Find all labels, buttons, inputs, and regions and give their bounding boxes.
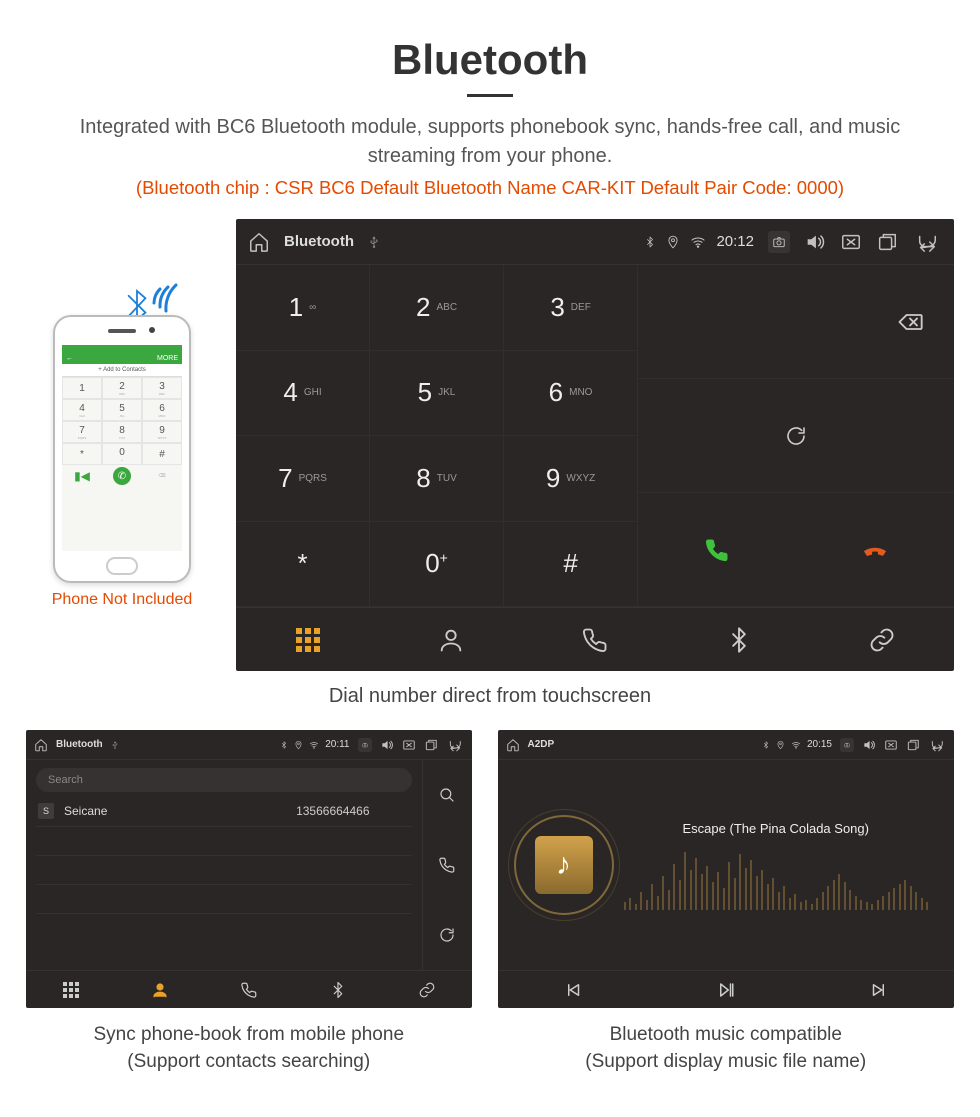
bluetooth-spec: (Bluetooth chip : CSR BC6 Default Blueto… [26, 177, 954, 199]
dial-keypad: 1∞2ABC3DEF 4GHI5JKL6MNO 7PQRS8TUV9WXYZ *0+# [236, 265, 638, 607]
key-3[interactable]: 3DEF [504, 265, 638, 351]
contact-row[interactable]: S Seicane 13566664466 [36, 796, 412, 827]
camera-icon[interactable] [768, 231, 790, 253]
camera-icon[interactable] [840, 738, 854, 752]
volume-icon[interactable] [862, 738, 876, 752]
page-description: Integrated with BC6 Bluetooth module, su… [26, 113, 954, 171]
phone-frame: ←MORE + Add to Contacts 12ABC3DEF4GHI5JK… [53, 315, 191, 583]
wifi-icon [309, 738, 319, 752]
nav-keypad[interactable] [26, 971, 115, 1008]
close-icon[interactable] [840, 231, 862, 253]
back-icon[interactable] [912, 231, 942, 253]
prev-track-button[interactable] [498, 971, 650, 1008]
volume-icon[interactable] [380, 738, 394, 752]
location-icon [294, 738, 303, 752]
nav-contacts[interactable] [380, 608, 524, 671]
key-#[interactable]: # [504, 522, 638, 608]
bluetooth-status-icon [644, 231, 656, 253]
page-title: Bluetooth [26, 36, 954, 84]
key-4[interactable]: 4GHI [236, 351, 370, 437]
nav-pair[interactable] [382, 971, 471, 1008]
camera-icon[interactable] [358, 738, 372, 752]
music-device: A2DP 20:15 ♪ [498, 730, 955, 1008]
album-art: ♪ [514, 815, 614, 915]
refresh-button[interactable] [638, 379, 954, 493]
track-title: Escape (The Pina Colada Song) [614, 821, 939, 836]
keypad-icon [296, 628, 320, 652]
back-icon[interactable] [446, 738, 464, 752]
nav-contacts[interactable] [115, 971, 204, 1008]
dialer-caption: Dial number direct from touchscreen [26, 685, 954, 708]
recent-icon[interactable] [906, 738, 920, 752]
phone-not-included-note: Phone Not Included [26, 591, 218, 609]
key-8[interactable]: 8TUV [370, 436, 504, 522]
wifi-icon [791, 738, 801, 752]
dialer-device: Bluetooth 20:12 1∞2ABC3DEF 4GHI5JKL6MNO 7P… [236, 219, 954, 671]
search-input[interactable]: Search [36, 768, 412, 792]
phone-mock-column: ←MORE + Add to Contacts 12ABC3DEF4GHI5JK… [26, 219, 218, 609]
nav-calls[interactable] [204, 971, 293, 1008]
nav-bluetooth[interactable] [667, 608, 811, 671]
home-icon[interactable] [34, 738, 48, 752]
visualizer [614, 850, 939, 910]
location-icon [776, 738, 785, 752]
usb-icon [111, 738, 119, 752]
bluetooth-status-icon [280, 738, 288, 752]
recent-icon[interactable] [876, 231, 898, 253]
nav-keypad[interactable] [236, 608, 380, 671]
key-0[interactable]: 0+ [370, 522, 504, 608]
refresh-button[interactable] [423, 900, 472, 970]
key-2[interactable]: 2ABC [370, 265, 504, 351]
music-caption: Bluetooth music compatible(Support displ… [498, 1022, 955, 1075]
volume-icon[interactable] [804, 231, 826, 253]
contact-badge: S [38, 803, 54, 819]
keypad-icon [63, 982, 79, 998]
location-icon [666, 231, 680, 253]
topbar-title: A2DP [528, 739, 555, 750]
usb-icon [368, 231, 380, 253]
key-6[interactable]: 6MNO [504, 351, 638, 437]
key-5[interactable]: 5JKL [370, 351, 504, 437]
contact-name: Seicane [64, 804, 107, 818]
phone-keypad: 12ABC3DEF4GHI5JKL6MNO7PQRS8TUV9WXYZ*0+# [62, 377, 182, 465]
title-underline [467, 94, 513, 97]
dialer-topbar: Bluetooth 20:12 [236, 219, 954, 265]
key-7[interactable]: 7PQRS [236, 436, 370, 522]
key-*[interactable]: * [236, 522, 370, 608]
home-icon[interactable] [506, 738, 520, 752]
phonebook-device: Bluetooth 20:11 [26, 730, 472, 1008]
clock: 20:15 [807, 739, 832, 750]
next-track-button[interactable] [802, 971, 954, 1008]
hangup-button[interactable] [796, 536, 954, 564]
topbar-title: Bluetooth [56, 739, 103, 750]
call-button[interactable] [638, 536, 796, 564]
back-icon[interactable] [928, 738, 946, 752]
topbar-title: Bluetooth [284, 233, 354, 250]
close-icon[interactable] [402, 738, 416, 752]
key-9[interactable]: 9WXYZ [504, 436, 638, 522]
clock: 20:12 [716, 233, 754, 250]
nav-bluetooth[interactable] [293, 971, 382, 1008]
nav-pair[interactable] [810, 608, 954, 671]
key-1[interactable]: 1∞ [236, 265, 370, 351]
home-icon[interactable] [248, 231, 270, 253]
backspace-button[interactable] [638, 265, 954, 379]
recent-icon[interactable] [424, 738, 438, 752]
wifi-icon [690, 231, 706, 253]
play-pause-button[interactable] [650, 971, 802, 1008]
phonebook-caption: Sync phone-book from mobile phone(Suppor… [26, 1022, 472, 1075]
call-button[interactable] [423, 830, 472, 900]
nav-calls[interactable] [523, 608, 667, 671]
music-note-icon: ♪ [535, 836, 593, 894]
clock: 20:11 [325, 739, 349, 750]
close-icon[interactable] [884, 738, 898, 752]
bluetooth-status-icon [762, 738, 770, 752]
contact-number: 13566664466 [296, 804, 369, 818]
search-button[interactable] [423, 760, 472, 830]
